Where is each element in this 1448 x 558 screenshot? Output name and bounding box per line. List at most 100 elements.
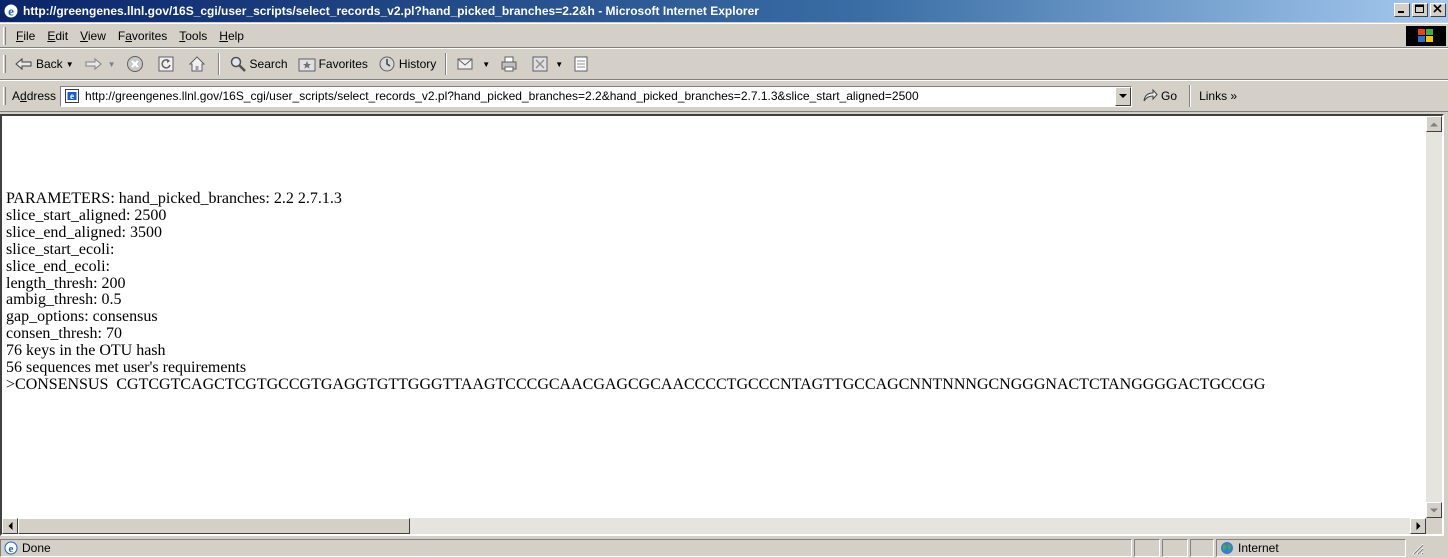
- history-icon: [379, 56, 395, 72]
- maximize-button[interactable]: [1412, 3, 1428, 17]
- minimize-button[interactable]: [1394, 3, 1410, 17]
- discuss-dropdown-icon[interactable]: ▼: [555, 60, 563, 69]
- status-bar: e Done Internet: [0, 538, 1448, 558]
- edit-page-button[interactable]: [568, 52, 597, 76]
- discuss-icon: [532, 56, 548, 72]
- standard-toolbar: Back ▼ ▼ Search Favorites History ▼ ▼: [0, 48, 1448, 80]
- menu-view[interactable]: View: [74, 29, 112, 43]
- mail-dropdown-icon[interactable]: ▼: [482, 60, 490, 69]
- refresh-button[interactable]: [152, 52, 183, 76]
- windows-logo-icon: [1418, 29, 1433, 42]
- chevron-right-icon: [1416, 522, 1420, 530]
- address-input[interactable]: e http://greengenes.llnl.gov/16S_cgi/use…: [60, 85, 1133, 107]
- address-url: http://greengenes.llnl.gov/16S_cgi/user_…: [85, 89, 919, 103]
- resize-grip-icon[interactable]: [1410, 541, 1424, 555]
- svg-text:e: e: [8, 4, 14, 19]
- menu-edit[interactable]: Edit: [41, 29, 74, 43]
- scroll-right-button[interactable]: [1410, 518, 1426, 534]
- window-title: http://greengenes.llnl.gov/16S_cgi/user_…: [23, 4, 759, 18]
- printer-icon: [501, 56, 517, 72]
- toolbar-grip[interactable]: [3, 55, 6, 73]
- status-panel-empty: [1162, 539, 1188, 557]
- menu-tools[interactable]: Tools: [173, 29, 213, 43]
- chevron-down-icon: [1430, 508, 1438, 512]
- menu-file[interactable]: File: [10, 29, 41, 43]
- go-button[interactable]: Go: [1132, 89, 1185, 103]
- address-dropdown-button[interactable]: [1115, 86, 1132, 106]
- chevron-left-icon: [8, 522, 12, 530]
- links-button[interactable]: Links »: [1195, 89, 1241, 103]
- forward-arrow-icon: [85, 57, 102, 71]
- content-line: PARAMETERS: hand_picked_branches: 2.2 2.…: [6, 191, 342, 207]
- content-line: slice_end_aligned: 3500: [6, 223, 162, 241]
- security-zone-text: Internet: [1238, 541, 1279, 555]
- security-zone-panel: Internet: [1216, 539, 1406, 557]
- status-panel-empty: [1134, 539, 1160, 557]
- browser-window: e http://greengenes.llnl.gov/16S_cgi/use…: [0, 0, 1448, 558]
- home-icon: [188, 56, 205, 72]
- svg-text:e: e: [9, 543, 14, 555]
- content-line: gap_options: consensus: [6, 308, 158, 326]
- content-line: 76 keys in the OTU hash: [6, 342, 166, 360]
- forward-dropdown-icon[interactable]: ▼: [108, 60, 116, 69]
- menu-bar: File Edit View Favorites Tools Help: [0, 23, 1448, 48]
- menu-help[interactable]: Help: [213, 29, 250, 43]
- mail-icon: [457, 58, 473, 70]
- favorites-button[interactable]: Favorites: [293, 52, 373, 76]
- horizontal-scrollbar[interactable]: [2, 518, 1426, 534]
- close-button[interactable]: [1430, 3, 1446, 17]
- toolbar-separator: [1189, 85, 1192, 107]
- history-button[interactable]: History: [373, 52, 441, 76]
- content-line: length_thresh: 200: [6, 274, 126, 292]
- svg-text:e: e: [70, 91, 74, 101]
- scrollbar-corner: [1426, 518, 1442, 534]
- chevron-up-icon: [1430, 122, 1438, 126]
- horizontal-scroll-thumb[interactable]: [18, 518, 410, 534]
- content-line: slice_start_ecoli:: [6, 240, 115, 258]
- page-icon: e: [65, 89, 80, 103]
- discuss-button[interactable]: ▼: [526, 52, 568, 76]
- favorites-folder-icon: [298, 58, 316, 72]
- windows-logo-throbber: [1406, 26, 1446, 46]
- status-text: Done: [22, 541, 51, 555]
- search-button[interactable]: Search: [224, 52, 293, 76]
- consensus-sequence: >CONSENSUS CGTCGTCAGCTCGTGCCGTGAGGTGTTGG…: [6, 375, 1266, 393]
- title-bar[interactable]: e http://greengenes.llnl.gov/16S_cgi/use…: [0, 0, 1448, 22]
- page-body: PARAMETERS: hand_picked_branches: 2.2 2.…: [6, 191, 1416, 394]
- content-line: consen_thresh: 70: [6, 325, 122, 343]
- stop-button[interactable]: [121, 52, 152, 76]
- chevron-down-icon: [1119, 93, 1128, 98]
- content-line: ambig_thresh: 0.5: [6, 291, 122, 309]
- menu-favorites[interactable]: Favorites: [112, 29, 173, 43]
- globe-icon: [1221, 542, 1233, 554]
- ie-page-icon: e: [4, 541, 18, 555]
- toolbar-separator: [217, 53, 220, 75]
- scroll-down-button[interactable]: [1426, 502, 1442, 518]
- mail-button[interactable]: ▼: [451, 52, 495, 76]
- ie-logo-icon: e: [4, 4, 18, 19]
- address-bar: Address e http://greengenes.llnl.gov/16S…: [0, 80, 1448, 112]
- address-label: Address: [12, 89, 57, 103]
- toolbar-grip[interactable]: [3, 26, 6, 45]
- stop-icon: [126, 56, 143, 72]
- vertical-scrollbar[interactable]: [1426, 116, 1442, 518]
- back-button[interactable]: Back ▼: [10, 52, 79, 76]
- back-dropdown-icon[interactable]: ▼: [66, 60, 74, 69]
- content-line: slice_end_ecoli:: [6, 257, 110, 275]
- content-line: slice_start_aligned: 2500: [6, 206, 167, 224]
- toolbar-grip[interactable]: [3, 87, 6, 105]
- refresh-icon: [158, 56, 174, 72]
- go-arrow-icon: [1143, 89, 1158, 102]
- content-line: 56 sequences met user's requirements: [6, 359, 247, 377]
- scroll-left-button[interactable]: [2, 518, 18, 534]
- print-button[interactable]: [495, 52, 526, 76]
- toolbar-separator: [445, 53, 448, 75]
- forward-button[interactable]: ▼: [79, 52, 121, 76]
- minimize-icon: [1398, 11, 1404, 13]
- status-panel-empty: [1190, 539, 1214, 557]
- home-button[interactable]: [183, 52, 214, 76]
- content-area[interactable]: PARAMETERS: hand_picked_branches: 2.2 2.…: [0, 114, 1444, 536]
- maximize-icon: [1415, 4, 1424, 13]
- scroll-up-button[interactable]: [1426, 116, 1442, 132]
- notepad-icon: [574, 56, 588, 72]
